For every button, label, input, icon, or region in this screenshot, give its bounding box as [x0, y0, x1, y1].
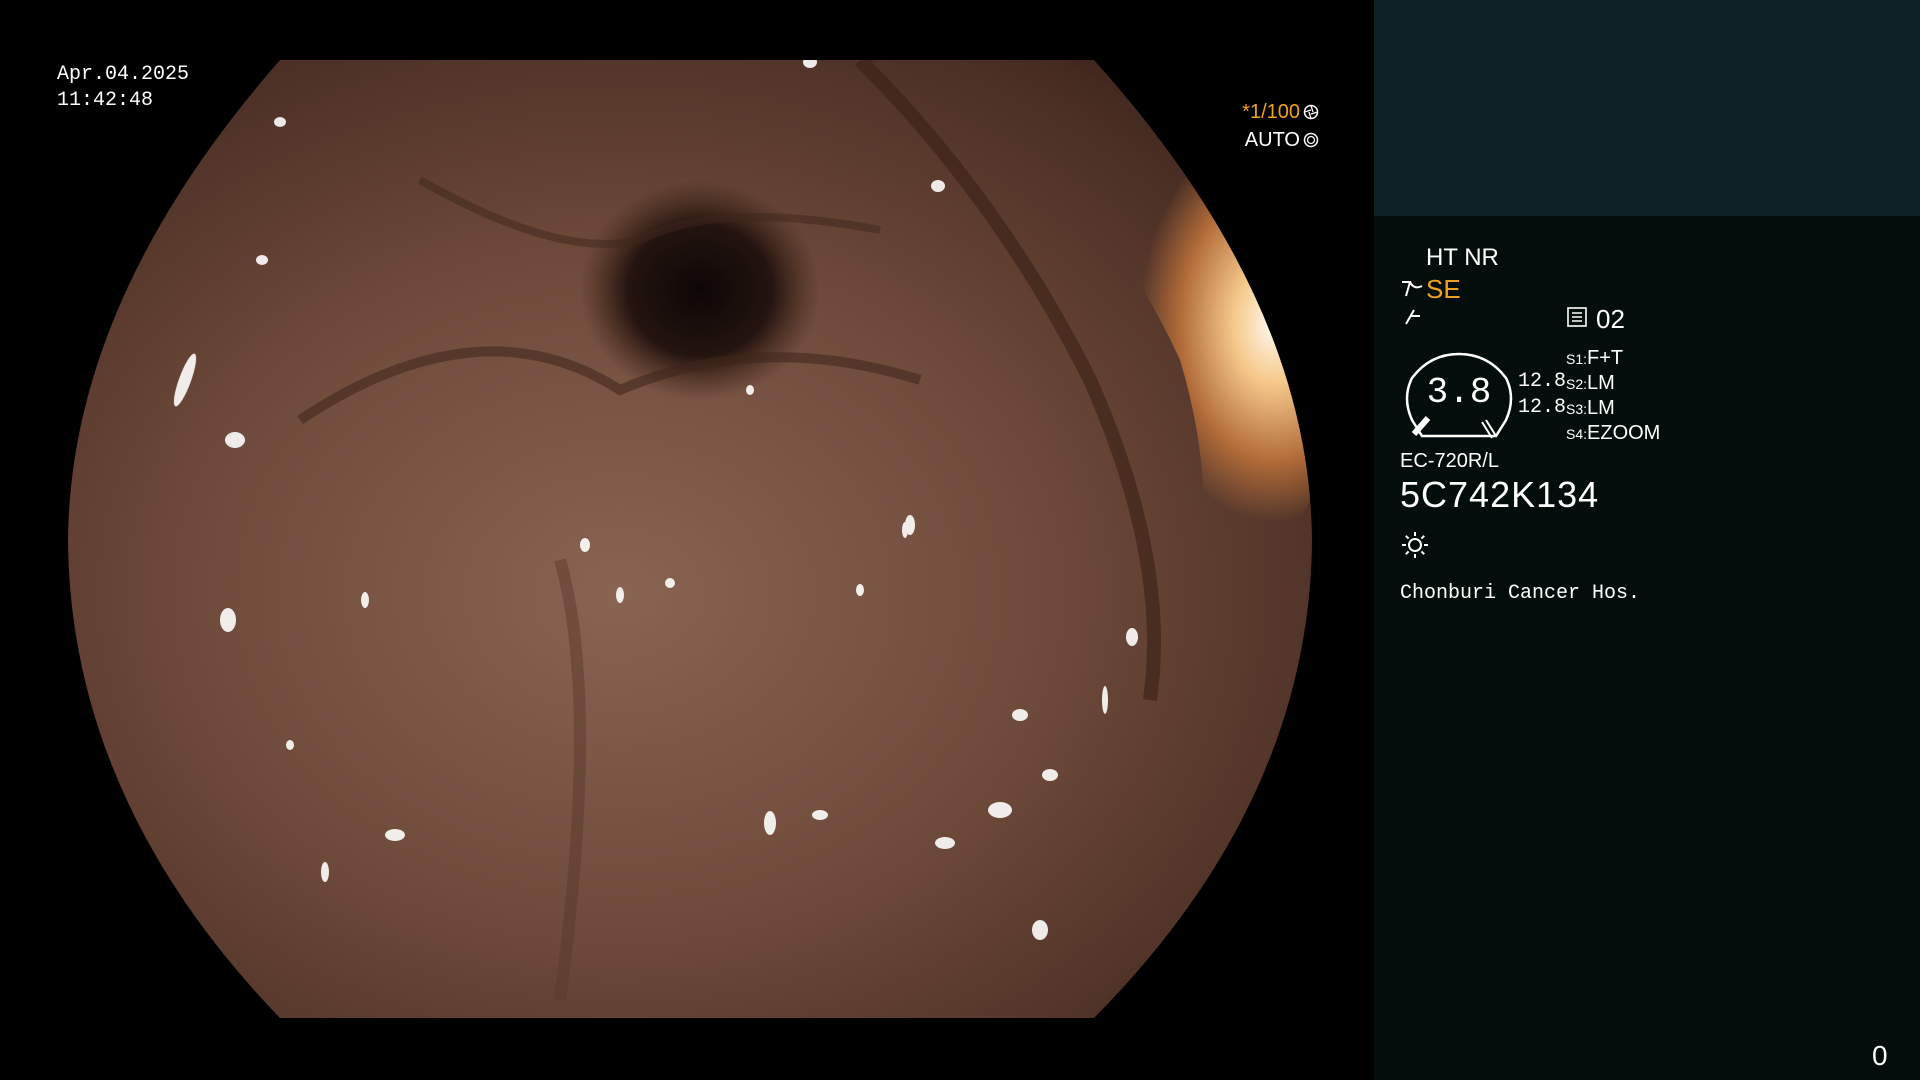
zoom-value: 12.8 — [1518, 370, 1567, 393]
scope-serial: 5C742K134 — [1400, 474, 1600, 515]
enhancement-label: HT NR — [1426, 244, 1499, 271]
preset-number: 02 — [1596, 304, 1625, 334]
exposure-mode-text: AUTO — [1244, 129, 1300, 151]
preset-icon — [1567, 307, 1587, 327]
shutter-icon — [1303, 104, 1319, 120]
frame-counter: 0 — [1872, 1040, 1888, 1071]
switch-key: S4: — [1566, 426, 1588, 442]
date-text: Apr.04.2025 — [57, 63, 190, 86]
switch-row: S3:LM — [1566, 397, 1615, 420]
switch-key: S2: — [1566, 376, 1588, 392]
endoscopic-image — [68, 60, 1312, 1018]
switch-value: LM — [1587, 397, 1615, 419]
structure-enhance-icon — [1402, 281, 1423, 297]
scope-model: EC-720R/L — [1400, 450, 1499, 472]
switch-row: S1:F+T — [1566, 347, 1623, 370]
shutter-speed-text: *1/100 — [1242, 101, 1300, 123]
endoscope-view: Apr.04.2025 11:42:48 *1/100 AUTO — [0, 0, 1374, 1080]
switch-key: S3: — [1566, 401, 1588, 417]
switch-row: S4:EZOOM — [1566, 422, 1660, 445]
iris-icon — [1303, 132, 1319, 148]
switch-key: S1: — [1566, 351, 1588, 367]
date-time-overlay: Apr.04.2025 11:42:48 — [57, 62, 189, 114]
light-icon — [1402, 532, 1428, 558]
info-panel: HT NR SE 02 3.8 12.8 12.8 S1:F+T S2:LM S… — [1374, 0, 1920, 1080]
mode-label: SE — [1426, 274, 1461, 304]
hospital-name: Chonburi Cancer Hos. — [1400, 582, 1641, 605]
exposure-mode-row: AUTO — [1242, 126, 1319, 154]
contrast-icon — [1405, 309, 1420, 325]
info-panel-header — [1374, 0, 1920, 216]
switch-value: F+T — [1587, 347, 1624, 369]
switch-row: S2:LM — [1566, 372, 1615, 395]
zoom-value: 12.8 — [1518, 396, 1567, 419]
exposure-indicators: *1/100 AUTO — [1242, 98, 1319, 154]
switch-value: EZOOM — [1587, 422, 1661, 444]
dial-value: 3.8 — [1426, 372, 1492, 413]
switch-value: LM — [1587, 372, 1615, 394]
time-text: 11:42:48 — [57, 89, 154, 112]
shutter-speed-row: *1/100 — [1242, 98, 1319, 126]
